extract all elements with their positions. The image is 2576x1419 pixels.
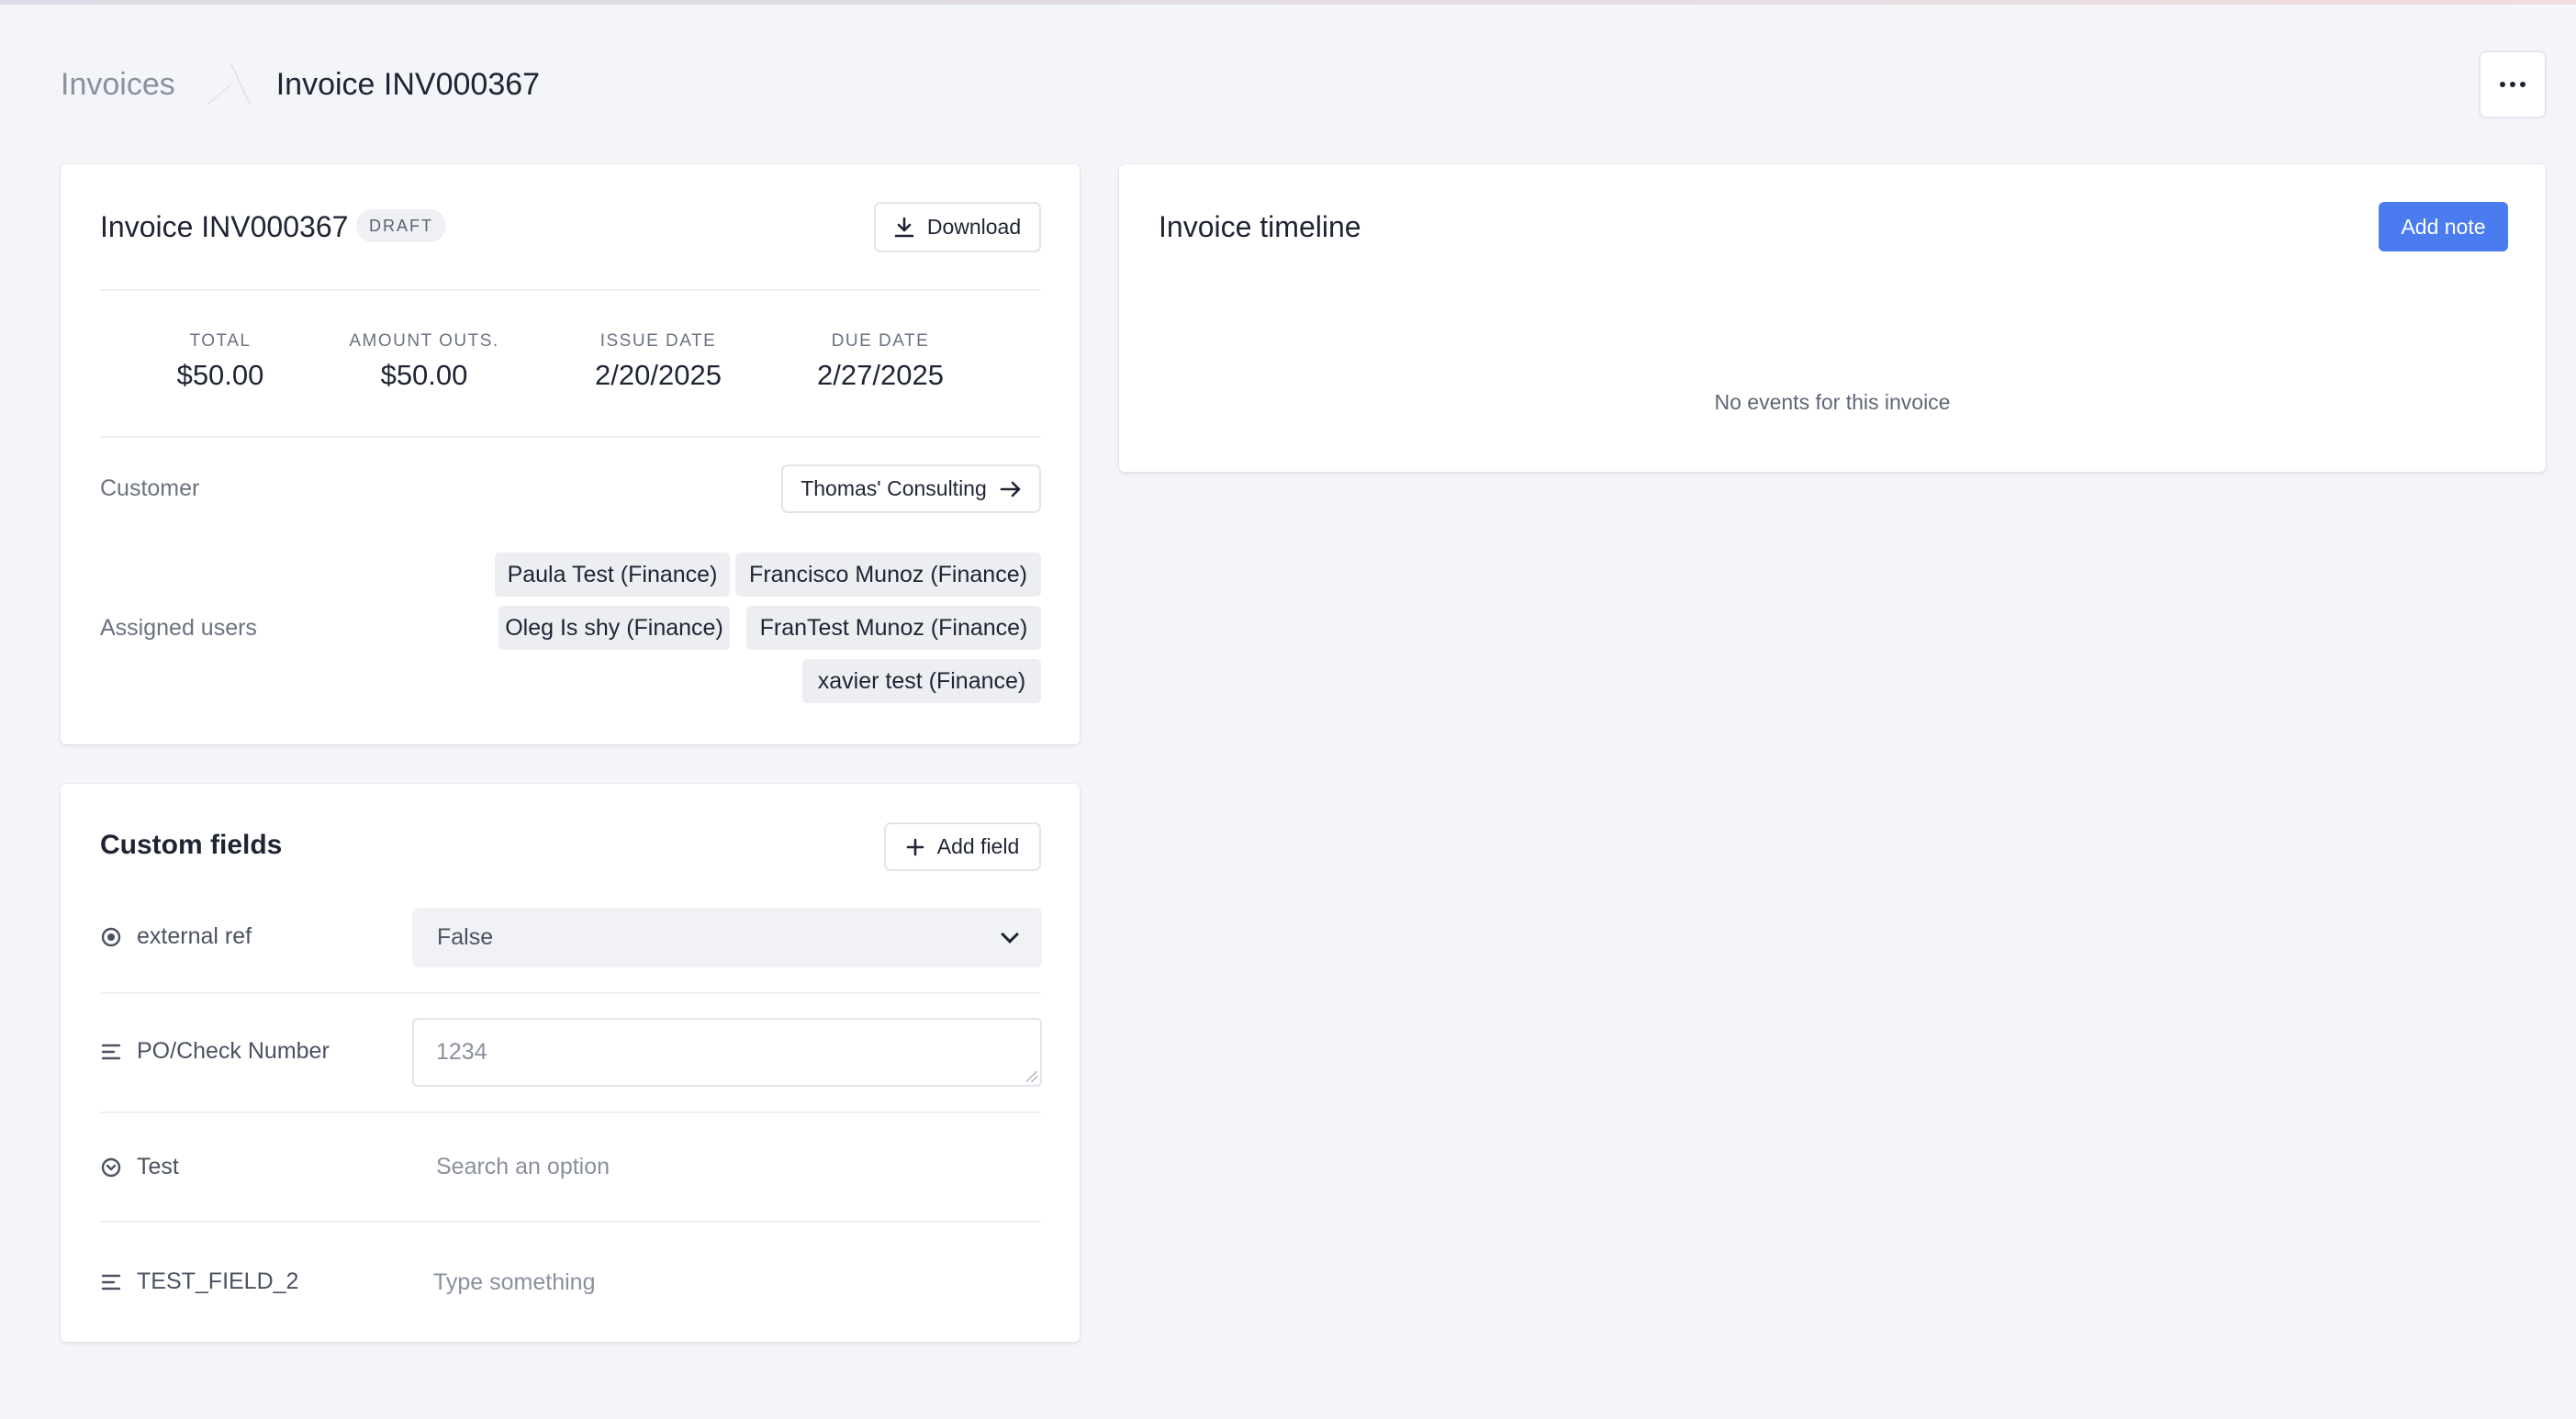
- radio-icon: [101, 927, 121, 947]
- invoice-title: Invoice INV000367: [100, 210, 349, 243]
- test-field-2-input[interactable]: Type something: [433, 1269, 596, 1296]
- custom-fields-card: Custom fields Add field external ref Fal…: [61, 784, 1080, 1342]
- customer-name: Thomas' Consulting: [801, 476, 987, 500]
- stat-due-date: DUE DATE 2/27/2025: [817, 331, 944, 391]
- dot-icon: [2520, 82, 2526, 87]
- customer-link-button[interactable]: Thomas' Consulting: [781, 464, 1041, 513]
- po-check-number-value: 1234: [436, 1039, 487, 1065]
- assigned-user-chip: Francisco Munoz (Finance): [735, 553, 1041, 597]
- po-check-number-textarea[interactable]: 1234: [412, 1018, 1042, 1087]
- add-field-label: Add field: [936, 834, 1020, 858]
- assigned-user-chip: Paula Test (Finance): [495, 553, 730, 597]
- more-options-button[interactable]: [2479, 50, 2547, 118]
- invoice-summary-card: Invoice INV000367 DRAFT Download TOTAL $…: [61, 164, 1080, 744]
- add-note-button[interactable]: Add note: [2379, 202, 2508, 251]
- chevron-down-icon: [1001, 925, 1019, 944]
- download-label: Download: [926, 215, 1022, 239]
- text-lines-icon: [101, 1044, 121, 1060]
- custom-fields-title: Custom fields: [100, 830, 283, 860]
- page-title: Invoice INV000367: [275, 66, 541, 102]
- external-ref-value: False: [437, 924, 494, 950]
- field-label-test: Test: [137, 1154, 179, 1179]
- download-button[interactable]: Download: [874, 202, 1041, 252]
- field-label-test-field-2: TEST_FIELD_2: [137, 1268, 299, 1294]
- field-label-po-check-number: PO/Check Number: [137, 1038, 330, 1064]
- external-ref-select[interactable]: False: [412, 908, 1042, 967]
- dot-icon: [2500, 82, 2505, 87]
- plus-icon: [906, 838, 924, 855]
- resize-handle-icon[interactable]: [1026, 1071, 1037, 1082]
- divider: [100, 992, 1041, 994]
- breadcrumb-separator-icon: [212, 61, 238, 108]
- assigned-user-chip: Oleg Is shy (Finance): [498, 606, 730, 650]
- top-progress-line: [0, 0, 2576, 5]
- text-lines-icon: [101, 1274, 121, 1291]
- stat-total: TOTAL $50.00: [176, 331, 264, 391]
- timeline-title: Invoice timeline: [1159, 210, 1361, 243]
- assigned-user-chip: FranTest Munoz (Finance): [746, 606, 1041, 650]
- dot-icon: [2510, 82, 2515, 87]
- stat-amount-outstanding: AMOUNT OUTS. $50.00: [349, 331, 499, 391]
- status-badge: DRAFT: [356, 209, 446, 242]
- timeline-empty-state: No events for this invoice: [1714, 390, 1951, 414]
- stat-issue-date: ISSUE DATE 2/20/2025: [595, 331, 722, 391]
- customer-label: Customer: [100, 475, 200, 501]
- breadcrumb-invoices-link[interactable]: Invoices: [61, 67, 175, 103]
- assigned-user-chip: xavier test (Finance): [802, 659, 1041, 703]
- invoice-timeline-card: Invoice timeline Add note No events for …: [1119, 164, 2546, 472]
- field-label-external-ref: external ref: [137, 923, 252, 949]
- assigned-users-label: Assigned users: [100, 615, 257, 641]
- divider: [100, 289, 1041, 291]
- download-icon: [894, 217, 914, 237]
- select-icon: [101, 1157, 121, 1178]
- divider: [100, 1221, 1041, 1223]
- divider: [100, 436, 1041, 438]
- add-field-button[interactable]: Add field: [884, 822, 1041, 871]
- arrow-right-icon: [1000, 481, 1021, 497]
- breadcrumb: Invoices Invoice INV000367: [61, 61, 540, 108]
- test-option-search[interactable]: Search an option: [436, 1154, 610, 1180]
- divider: [100, 1112, 1041, 1113]
